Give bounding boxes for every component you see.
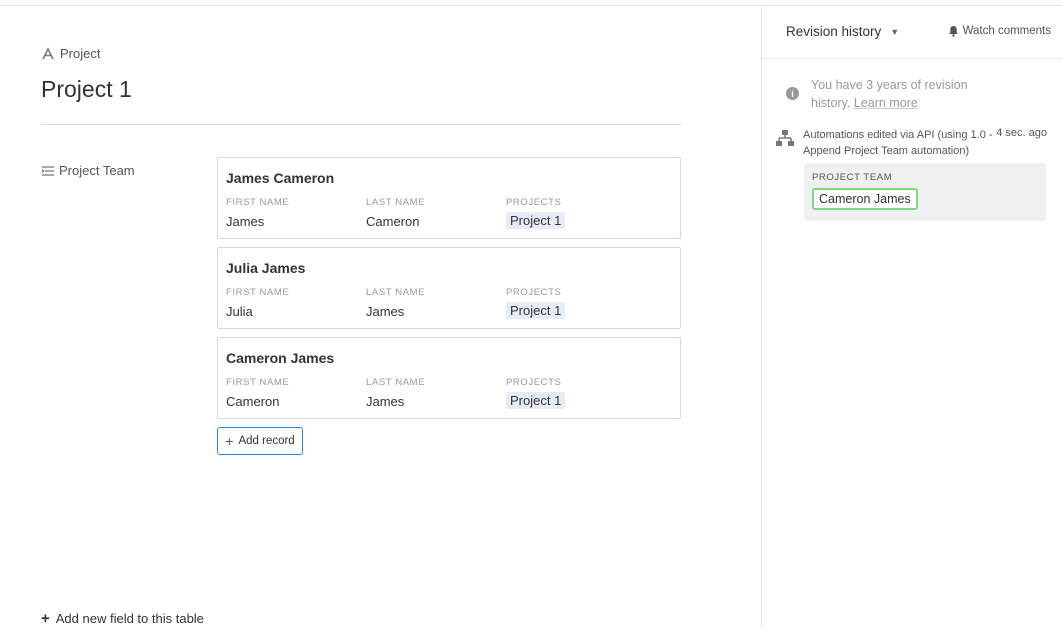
column-header: LAST NAME: [366, 377, 426, 388]
first-name-column: FIRST NAME James: [226, 197, 289, 229]
automation-icon: [776, 130, 794, 146]
caret-down-icon: ▼: [890, 26, 900, 37]
revision-description: Automations edited via API (using 1.0 - …: [803, 129, 993, 157]
last-name-column: LAST NAME James: [366, 377, 425, 409]
changed-field-name: PROJECT TEAM: [812, 172, 893, 183]
first-name-value: James: [226, 214, 265, 229]
last-name-column: LAST NAME Cameron: [366, 197, 425, 229]
add-record-button[interactable]: + Add record: [217, 427, 303, 455]
table-name: Project: [41, 46, 100, 61]
linked-record-card[interactable]: Cameron James FIRST NAME Cameron LAST NA…: [217, 337, 681, 419]
last-name-value: Cameron: [366, 214, 420, 229]
linked-records-list: James Cameron FIRST NAME James LAST NAME…: [217, 157, 681, 427]
first-name-column: FIRST NAME Julia: [226, 287, 289, 319]
record-title: Project 1: [41, 76, 132, 102]
plus-icon: +: [41, 610, 50, 627]
card-title: Julia James: [226, 260, 306, 276]
linked-record-card[interactable]: James Cameron FIRST NAME James LAST NAME…: [217, 157, 681, 239]
column-header: FIRST NAME: [226, 287, 290, 298]
field-name: Project Team: [59, 163, 135, 178]
projects-column: PROJECTS Project 1: [506, 377, 566, 410]
first-name-column: FIRST NAME Cameron: [226, 377, 289, 409]
project-team-field-label: Project Team: [41, 163, 135, 178]
revision-change-box: PROJECT TEAM Cameron James: [804, 163, 1046, 221]
last-name-column: LAST NAME James: [366, 287, 425, 319]
add-new-field-button[interactable]: + Add new field to this table: [41, 610, 204, 627]
bell-icon: [948, 26, 958, 37]
column-header: LAST NAME: [366, 287, 426, 298]
column-header: PROJECTS: [506, 377, 562, 388]
column-header: PROJECTS: [506, 287, 562, 298]
first-name-value: Cameron: [226, 394, 280, 409]
revision-history-label: Revision history: [786, 24, 882, 39]
add-field-label: Add new field to this table: [55, 611, 204, 626]
last-name-value: James: [366, 304, 405, 319]
project-chip: Project 1: [506, 302, 566, 319]
info-icon: i: [786, 87, 799, 100]
column-header: FIRST NAME: [226, 197, 290, 208]
add-record-label: Add record: [238, 435, 295, 447]
watch-comments-label: Watch comments: [962, 25, 1051, 37]
learn-more-link[interactable]: Learn more: [854, 96, 918, 110]
added-value-chip: Cameron James: [812, 188, 918, 210]
linked-records-icon: [41, 165, 54, 176]
linked-record-card[interactable]: Julia James FIRST NAME Julia LAST NAME J…: [217, 247, 681, 329]
revision-info: i You have 3 years of revision history. …: [786, 76, 1026, 112]
projects-column: PROJECTS Project 1: [506, 197, 566, 230]
watch-comments-button[interactable]: Watch comments: [948, 25, 1051, 37]
project-chip: Project 1: [506, 392, 566, 409]
column-header: LAST NAME: [366, 197, 426, 208]
title-divider: [41, 124, 681, 125]
revision-timestamp: 4 sec. ago: [996, 127, 1047, 139]
card-title: Cameron James: [226, 350, 335, 366]
revision-history-sidebar: Revision history ▼ Watch comments i You …: [761, 6, 1062, 628]
card-title: James Cameron: [226, 170, 335, 186]
record-detail-main: Project Project 1 Project Team James Cam…: [0, 0, 761, 628]
info-message: You have 3 years of revision history. Le…: [811, 76, 986, 112]
sidebar-header: Revision history ▼ Watch comments: [762, 6, 1062, 59]
column-header: FIRST NAME: [226, 377, 290, 388]
project-chip: Project 1: [506, 212, 566, 229]
revision-history-dropdown[interactable]: Revision history ▼: [786, 24, 899, 39]
table-name-label: Project: [60, 46, 101, 61]
plus-icon: +: [225, 433, 234, 449]
column-header: PROJECTS: [506, 197, 562, 208]
text-field-icon: [42, 46, 54, 59]
projects-column: PROJECTS Project 1: [506, 287, 566, 320]
first-name-value: Julia: [226, 304, 253, 319]
last-name-value: James: [366, 394, 405, 409]
